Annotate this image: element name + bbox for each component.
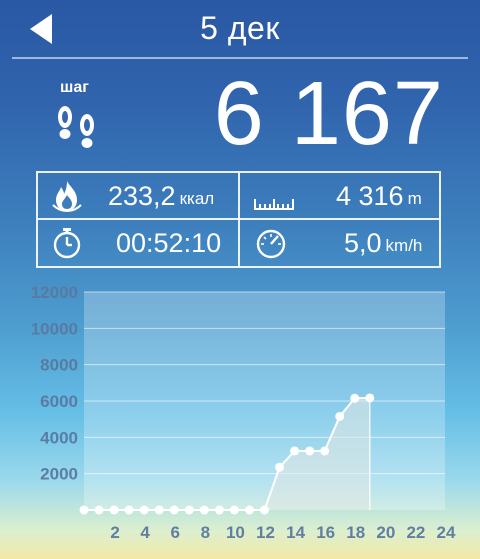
data-point	[79, 505, 89, 515]
ruler-icon	[254, 199, 294, 210]
data-point	[199, 505, 209, 515]
data-point	[169, 505, 179, 515]
calories-value: 233,2 ккал	[108, 181, 214, 211]
data-point	[275, 462, 285, 472]
steps-count: 6 167	[213, 64, 444, 164]
data-point	[260, 505, 269, 515]
data-point	[229, 505, 239, 515]
y-tick-label: 6000	[40, 392, 78, 411]
page-title: 5 дек	[200, 10, 280, 46]
data-point	[305, 446, 315, 456]
data-point	[124, 505, 134, 515]
flame-icon	[52, 181, 82, 213]
calories-number: 233,2	[108, 181, 176, 211]
stopwatch-icon	[53, 228, 81, 259]
data-point	[320, 446, 330, 456]
x-tick-label: 12	[256, 523, 275, 542]
data-point	[335, 411, 345, 421]
steps-chart: 12000100008000600040002000 2 4 6 8 10 12 14 16 1…	[31, 283, 456, 542]
x-tick-label: 2	[110, 523, 119, 542]
y-tick-label: 2000	[40, 465, 78, 484]
y-tick-label: 4000	[40, 428, 78, 447]
x-tick-label: 4	[140, 523, 150, 542]
y-tick-label: 12000	[31, 283, 78, 302]
data-point	[244, 505, 254, 515]
time-value: 00:52:10	[116, 228, 222, 258]
x-tick-label: 10	[226, 523, 245, 542]
data-point	[350, 393, 360, 403]
x-tick-label: 20	[376, 523, 395, 542]
speedometer-icon	[256, 229, 286, 259]
data-point	[139, 505, 149, 515]
time-cell: 00:52:10	[38, 220, 238, 265]
footsteps-icon	[58, 106, 94, 148]
speed-value: 5,0 km/h	[344, 228, 422, 258]
calories-unit: ккал	[179, 189, 215, 208]
y-tick-label: 10000	[31, 319, 78, 338]
data-point	[109, 505, 119, 515]
header-divider	[12, 57, 468, 59]
distance-unit: m	[407, 189, 422, 208]
speed-cell: 5,0 km/h	[240, 220, 440, 265]
distance-value: 4 316 m	[336, 181, 422, 211]
steps-label: шаг	[60, 79, 89, 96]
data-point	[214, 505, 224, 515]
x-tick-label: 14	[286, 523, 305, 542]
data-point	[154, 505, 164, 515]
y-tick-label: 8000	[40, 356, 78, 375]
data-point	[184, 505, 194, 515]
x-tick-label: 16	[316, 523, 335, 542]
x-tick-label: 18	[346, 523, 365, 542]
speed-number: 5,0	[344, 228, 382, 258]
data-point	[290, 446, 300, 456]
speed-unit: km/h	[385, 236, 423, 255]
data-point	[94, 505, 104, 515]
calories-cell: 233,2 ккал	[38, 173, 238, 218]
stats-panel: 233,2 ккал 4 316 m 00:52:10 5,0 km/h	[36, 171, 441, 268]
header: 5 дек	[0, 0, 480, 59]
distance-number: 4 316	[336, 181, 404, 211]
distance-cell: 4 316 m	[240, 173, 440, 218]
x-tick-label: 8	[201, 523, 210, 542]
x-tick-label: 6	[171, 523, 180, 542]
x-tick-label: 24	[437, 523, 456, 542]
x-tick-label: 22	[406, 523, 425, 542]
data-point	[365, 393, 375, 403]
